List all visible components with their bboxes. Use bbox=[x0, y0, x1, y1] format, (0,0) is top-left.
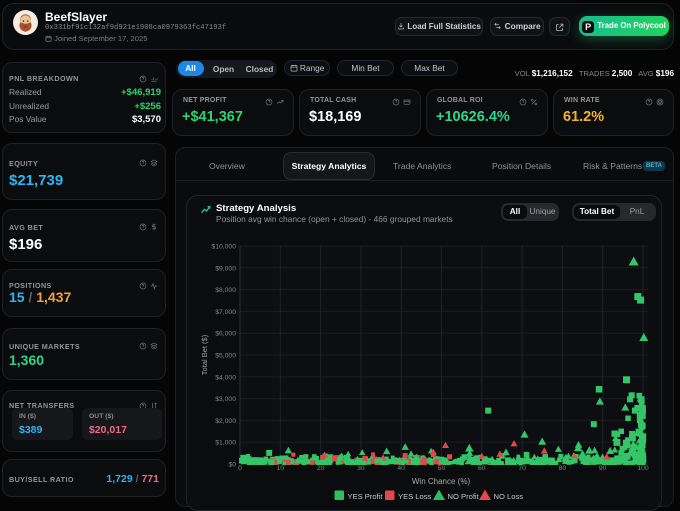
svg-text:50: 50 bbox=[438, 465, 446, 472]
svg-text:$7,000: $7,000 bbox=[215, 309, 236, 316]
svg-text:80: 80 bbox=[559, 465, 567, 472]
svg-text:YES Loss: YES Loss bbox=[398, 492, 432, 501]
svg-text:$2,000: $2,000 bbox=[215, 418, 236, 425]
svg-text:20: 20 bbox=[317, 465, 325, 472]
svg-text:$3,000: $3,000 bbox=[215, 396, 236, 403]
svg-text:0: 0 bbox=[238, 465, 242, 472]
svg-text:$5,000: $5,000 bbox=[215, 353, 236, 360]
svg-text:$6,000: $6,000 bbox=[215, 331, 236, 338]
svg-text:Total Bet ($): Total Bet ($) bbox=[200, 334, 209, 375]
svg-text:NO Loss: NO Loss bbox=[494, 492, 524, 501]
svg-text:$9,000: $9,000 bbox=[215, 265, 236, 272]
svg-text:70: 70 bbox=[518, 465, 526, 472]
svg-text:100: 100 bbox=[637, 465, 649, 472]
svg-text:$0: $0 bbox=[228, 462, 236, 469]
svg-text:YES Profit: YES Profit bbox=[348, 492, 384, 501]
svg-text:60: 60 bbox=[478, 465, 486, 472]
svg-text:40: 40 bbox=[397, 465, 405, 472]
svg-text:90: 90 bbox=[599, 465, 607, 472]
svg-text:Win Chance (%): Win Chance (%) bbox=[412, 477, 471, 486]
svg-text:$8,000: $8,000 bbox=[215, 287, 236, 294]
svg-text:10: 10 bbox=[277, 465, 285, 472]
svg-text:NO Profit: NO Profit bbox=[448, 492, 480, 501]
svg-text:30: 30 bbox=[357, 465, 365, 472]
svg-text:$10,000: $10,000 bbox=[211, 244, 236, 251]
svg-text:$4,000: $4,000 bbox=[215, 374, 236, 381]
svg-text:$1,000: $1,000 bbox=[215, 440, 236, 447]
